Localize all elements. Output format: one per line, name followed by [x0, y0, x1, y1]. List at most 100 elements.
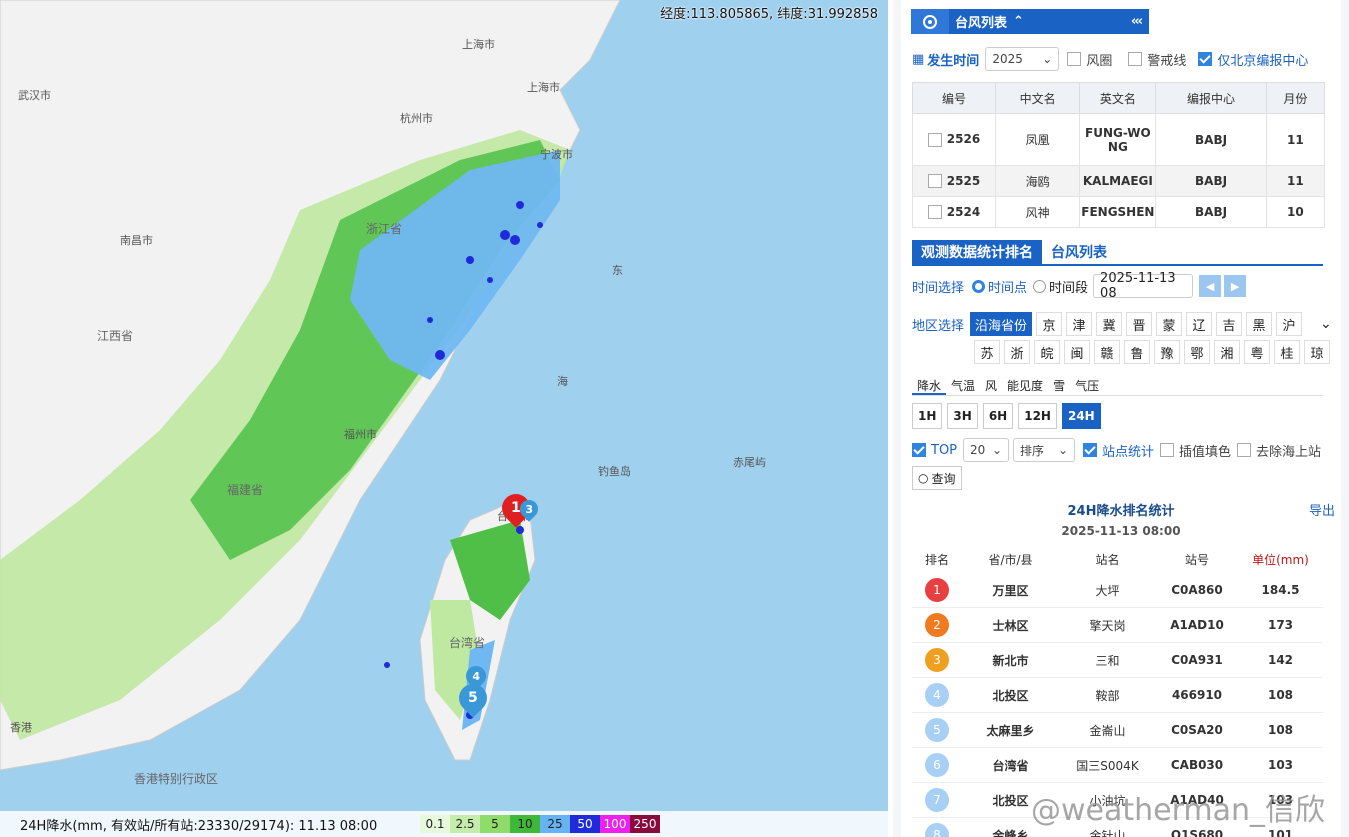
region-province[interactable]: 辽: [1186, 312, 1213, 336]
element-tab[interactable]: 雪: [1048, 377, 1070, 395]
chevron-up-icon[interactable]: ⌃: [1007, 14, 1024, 29]
map-view[interactable]: 经度:113.805865, 纬度:31.992858 上海市 上海市 武汉市 …: [0, 0, 888, 837]
table-row[interactable]: 6 台湾省 国三S004K CAB030 103: [912, 747, 1323, 783]
beijing-only-label: 仅北京编报中心: [1217, 53, 1309, 69]
value-cell: 103: [1238, 747, 1323, 783]
station-name-cell: 擎天岗: [1059, 607, 1156, 643]
region-province[interactable]: 皖: [1034, 340, 1060, 364]
table-row[interactable]: 3 新北市 三和 C0A931 142: [912, 642, 1323, 678]
col-month: 月份: [1265, 82, 1326, 114]
element-tab[interactable]: 气温: [946, 377, 980, 395]
region-province[interactable]: 赣: [1094, 340, 1120, 364]
rank-time: 2025-11-13 08:00: [1061, 524, 1181, 538]
station-stat-checkbox[interactable]: [1083, 443, 1098, 457]
legend-swatch: 250: [630, 815, 660, 833]
region-province[interactable]: 吉: [1216, 312, 1243, 336]
map-label: 东: [612, 264, 623, 277]
element-tab[interactable]: 风: [980, 377, 1002, 395]
col-code: 站号: [1184, 552, 1209, 567]
legend-swatch: 0.1: [420, 815, 450, 833]
table-row[interactable]: 2524 风神 FENGSHEN BABJ 10: [912, 196, 1326, 228]
region-province[interactable]: 津: [1066, 312, 1093, 336]
region-province[interactable]: 湘: [1214, 340, 1240, 364]
station-name-cell: 金崙山: [1059, 712, 1156, 748]
region-province[interactable]: 沪: [1276, 312, 1303, 336]
region-province[interactable]: 粤: [1244, 340, 1270, 364]
sort-select[interactable]: 排序 ⌄: [1013, 438, 1076, 462]
region-province[interactable]: 闽: [1064, 340, 1090, 364]
rank-badge: 7: [925, 788, 949, 812]
query-button[interactable]: ○ 查询: [912, 466, 962, 490]
top-count-select[interactable]: 20 ⌄: [963, 438, 1010, 462]
beijing-only-checkbox[interactable]: [1198, 52, 1213, 66]
region-province[interactable]: 苏: [974, 340, 1000, 364]
element-tab[interactable]: 降水: [912, 377, 947, 395]
region-province[interactable]: 鄂: [1184, 340, 1210, 364]
export-link[interactable]: 导出: [1309, 500, 1335, 519]
hour-button-3h[interactable]: 3H: [947, 403, 978, 429]
region-province[interactable]: 桂: [1274, 340, 1300, 364]
chevron-down-icon: ⌄: [1057, 443, 1069, 457]
top-checkbox[interactable]: [912, 443, 926, 457]
datetime-input[interactable]: 2025-11-13 08: [1093, 271, 1194, 301]
element-tabs: 降水 气温风能见度雪气压: [912, 377, 1323, 396]
legend-swatch: 25: [540, 815, 570, 833]
region-province[interactable]: 琼: [1304, 340, 1330, 364]
region-coastal[interactable]: 沿海省份: [970, 312, 1033, 336]
value-cell: 108: [1238, 677, 1323, 713]
region-province[interactable]: 晋: [1126, 312, 1153, 336]
region-province[interactable]: 鲁: [1124, 340, 1150, 364]
tab-observation-ranking[interactable]: 观测数据统计排名: [912, 240, 1042, 264]
region-province[interactable]: 豫: [1154, 340, 1180, 364]
region-province[interactable]: 京: [1036, 312, 1063, 336]
prev-time-button[interactable]: ◀: [1199, 275, 1222, 297]
legend-title: 24H降水(mm, 有效站/所有站:23330/29174): 11.13 08…: [20, 818, 378, 834]
side-panel: 台风列表 ⌃ ‹‹‹ ▦ 发生时间 2025 ⌄ 风圈 警戒线 仅北京编报中心 编…: [893, 0, 1349, 837]
table-row[interactable]: 2526 凤凰 FUNG-WONG BABJ 11: [912, 113, 1326, 166]
row-checkbox[interactable]: [927, 132, 942, 147]
rank-badge: 1: [925, 578, 949, 602]
chevron-down-icon: ⌄: [991, 443, 1003, 457]
hour-button-6h[interactable]: 6H: [982, 403, 1014, 429]
station-code-cell: CAB030: [1156, 747, 1238, 783]
map-label: 赤尾屿: [733, 456, 766, 469]
remove-sea-checkbox[interactable]: [1237, 443, 1252, 457]
typhoon-table: 编号 中文名 英文名 编报中心 月份 2526 凤凰 FUNG-WONG BAB…: [912, 82, 1326, 228]
station-code-cell: 466910: [1156, 677, 1238, 713]
hour-button-12h[interactable]: 12H: [1018, 403, 1057, 429]
value-cell: 108: [1238, 712, 1323, 748]
chevron-down-icon[interactable]: ⌄: [1320, 316, 1332, 332]
hour-button-1h[interactable]: 1H: [912, 403, 943, 429]
element-tab[interactable]: 能见度: [1002, 377, 1048, 395]
table-row[interactable]: 4 北投区 鞍部 466910 108: [912, 677, 1323, 713]
region-province[interactable]: 蒙: [1156, 312, 1183, 336]
hour-button-24h[interactable]: 24H: [1061, 403, 1101, 429]
row-checkbox[interactable]: [927, 205, 942, 220]
tab-typhoon-list[interactable]: 台风列表: [1042, 240, 1116, 264]
region-province[interactable]: 冀: [1096, 312, 1123, 336]
wind-circle-checkbox[interactable]: [1067, 52, 1082, 66]
rank-badge: 3: [925, 648, 949, 672]
year-select[interactable]: 2025 ⌄: [985, 47, 1060, 71]
typhoon-list-header[interactable]: 台风列表 ⌃ ‹‹‹: [911, 9, 1149, 34]
search-icon: ○: [918, 471, 929, 485]
table-row[interactable]: 1 万里区 大坪 C0A860 184.5: [912, 573, 1323, 608]
element-tab[interactable]: 气压: [1070, 377, 1104, 395]
region-province[interactable]: 黑: [1246, 312, 1273, 336]
time-point-radio[interactable]: [972, 279, 986, 293]
collapse-panel-icon[interactable]: ‹‹‹: [1131, 14, 1149, 29]
interp-fill-checkbox[interactable]: [1160, 443, 1175, 457]
rank-badge: 5: [925, 718, 949, 742]
map-label: 钓鱼岛: [598, 465, 631, 478]
row-checkbox[interactable]: [927, 174, 942, 189]
region-province[interactable]: 浙: [1004, 340, 1030, 364]
warning-line-checkbox[interactable]: [1128, 52, 1143, 66]
map-label: 香港特别行政区: [134, 772, 219, 786]
station-name-cell: 鞍部: [1059, 677, 1156, 713]
table-row[interactable]: 2 士林区 擎天岗 A1AD10 173: [912, 607, 1323, 643]
next-time-button[interactable]: ▶: [1224, 275, 1247, 297]
time-range-radio[interactable]: [1033, 279, 1047, 293]
table-row[interactable]: 5 太麻里乡 金崙山 C0SA20 108: [912, 712, 1323, 748]
table-row[interactable]: 2525 海鸥 KALMAEGI BABJ 11: [912, 165, 1326, 197]
area-cell: 万里区: [962, 573, 1059, 608]
